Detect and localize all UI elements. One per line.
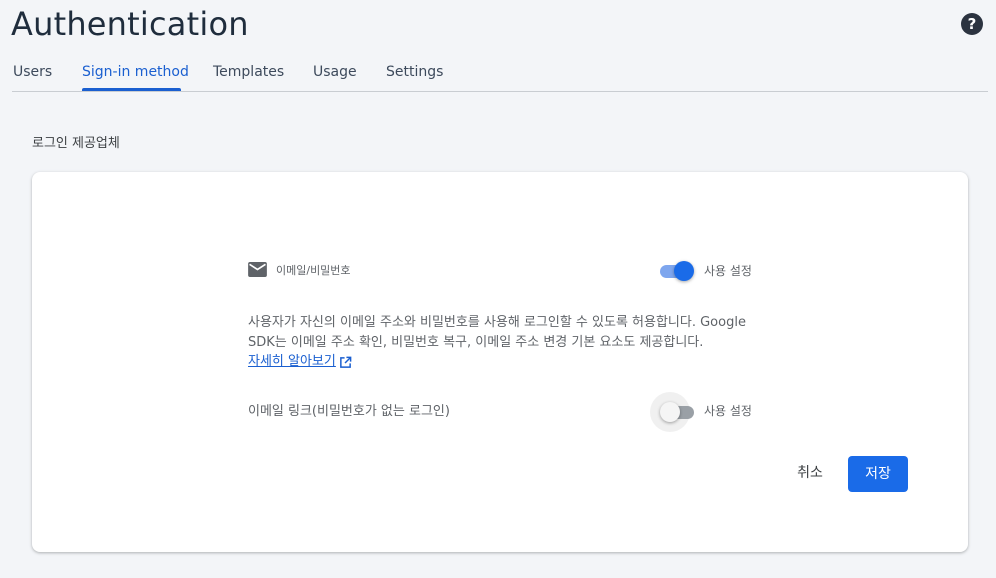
learn-more-link[interactable]: 자세히 알아보기: [248, 353, 336, 371]
tab-bar: Users Sign-in method Templates Usage Set…: [12, 56, 988, 92]
toggle-thumb: [660, 402, 680, 422]
provider-card: 이메일/비밀번호 사용 설정 사용자가 자신의 이메일 주소와 비밀번호를 사용…: [32, 172, 968, 552]
email-password-toggle-label: 사용 설정: [704, 264, 752, 278]
tab-users[interactable]: Users: [13, 63, 52, 81]
section-title: 로그인 제공업체: [32, 136, 120, 151]
tab-templates[interactable]: Templates: [213, 63, 284, 81]
tab-sign-in-method[interactable]: Sign-in method: [82, 63, 189, 81]
email-link-toggle-label: 사용 설정: [704, 404, 752, 418]
provider-description: 사용자가 자신의 이메일 주소와 비밀번호를 사용해 로그인할 수 있도록 허용…: [248, 315, 746, 350]
active-tab-indicator: [82, 88, 181, 91]
tab-usage[interactable]: Usage: [313, 63, 357, 81]
tab-settings[interactable]: Settings: [386, 63, 443, 81]
provider-name: 이메일/비밀번호: [276, 264, 351, 277]
help-circle-icon[interactable]: ?: [961, 13, 983, 35]
email-envelope-icon: [248, 262, 267, 277]
email-link-toggle[interactable]: [650, 392, 696, 432]
email-password-toggle[interactable]: [658, 259, 694, 283]
toggle-thumb: [674, 261, 694, 281]
email-link-label: 이메일 링크(비밀번호가 없는 로그인): [248, 404, 450, 419]
save-button[interactable]: 저장: [848, 456, 908, 492]
page-title: Authentication: [11, 5, 249, 43]
open-in-new-icon[interactable]: [339, 356, 352, 369]
cancel-button[interactable]: 취소: [788, 456, 832, 490]
